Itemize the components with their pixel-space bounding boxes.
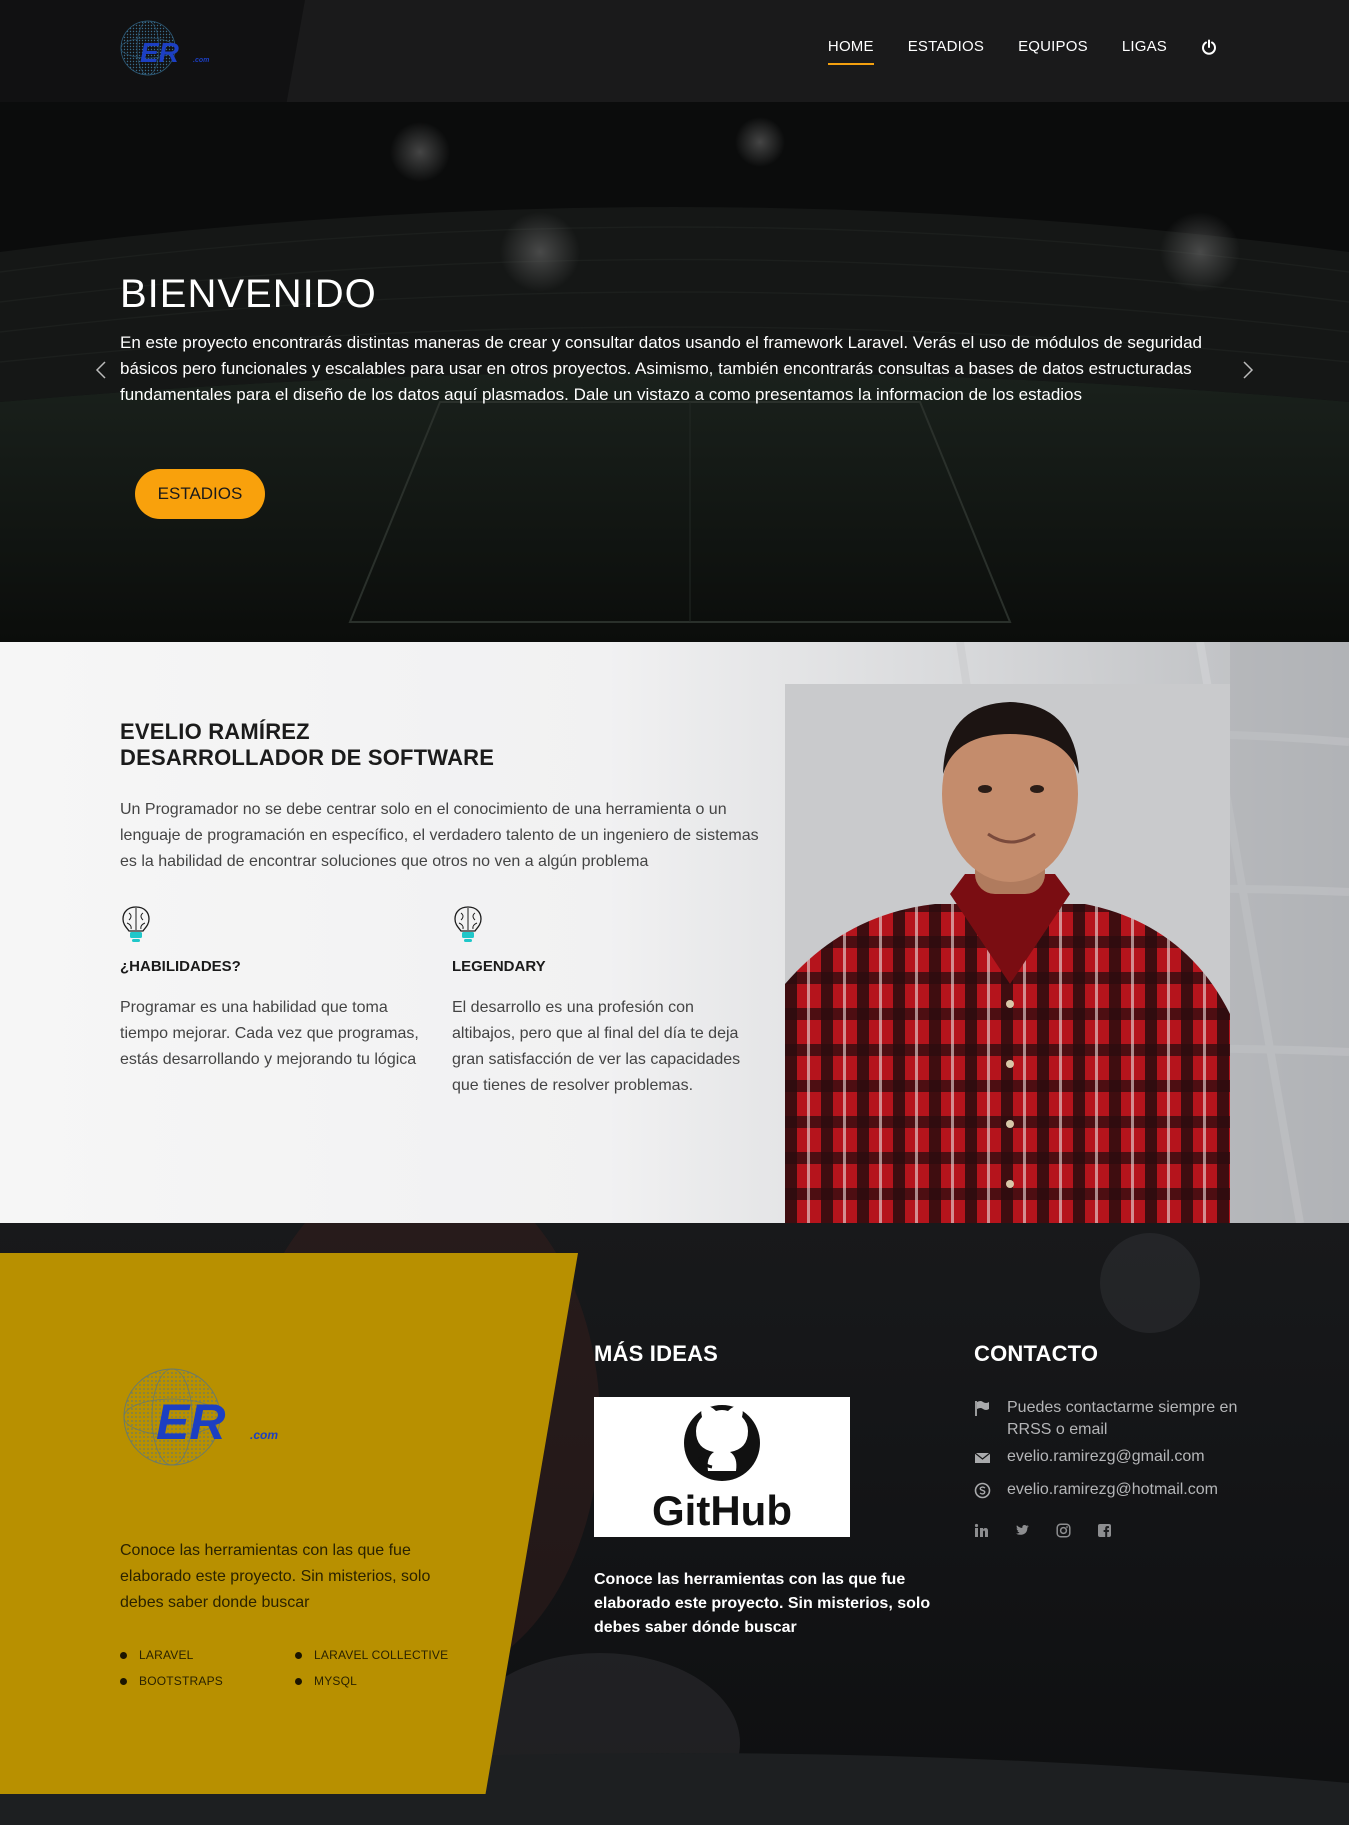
feature-title: LEGENDARY [452, 958, 546, 975]
main-nav: HOME ESTADIOS EQUIPOS LIGAS [827, 38, 1217, 65]
logo-text: ER [140, 37, 180, 68]
tool-item: LARAVEL COLLECTIVE [295, 1648, 470, 1662]
feature-text: El desarrollo es una profesión con altib… [452, 999, 741, 1094]
instagram-icon[interactable] [1056, 1523, 1071, 1538]
about-project-panel [0, 1253, 578, 1794]
hero-slider: BIENVENIDO En este proyecto encontrarás … [0, 102, 1349, 642]
footer-logo: ER .com [123, 1368, 278, 1466]
feature-title: ¿HABILIDADES? [120, 958, 241, 975]
tool-item: MYSQL [295, 1674, 470, 1688]
nav-ligas[interactable]: LIGAS [1122, 38, 1167, 65]
tool-item: LARAVEL [120, 1648, 295, 1662]
contact-email[interactable]: evelio.ramirezg@hotmail.com [1007, 1479, 1218, 1501]
author-name: EVELIO RAMÍREZ [120, 719, 310, 744]
feature-habilidades: ¿HABILIDADES? Programar es una habilidad… [120, 904, 420, 1073]
project-description: Conoce las herramientas con las que fue … [120, 1542, 431, 1611]
logo-text: ER [156, 1394, 225, 1450]
about-heading: EVELIO RAMÍREZ DESARROLLADOR DE SOFTWARE [120, 719, 494, 771]
contact-info: Puedes contactarme siempre en RRSS o ema… [974, 1397, 1244, 1441]
estadios-button[interactable]: ESTADIOS [135, 469, 265, 519]
linkedin-icon[interactable] [974, 1523, 989, 1538]
contact-gmail[interactable]: evelio.ramirezg@gmail.com [974, 1446, 1205, 1468]
mas-ideas-text: Conoce las herramientas con las que fue … [594, 1571, 931, 1636]
facebook-icon[interactable] [1097, 1523, 1112, 1538]
author-photo [785, 684, 1230, 1223]
bullet-icon [120, 1677, 127, 1685]
contact-email[interactable]: evelio.ramirezg@gmail.com [1007, 1446, 1205, 1468]
hero-title: BIENVENIDO [120, 272, 377, 316]
brain-bulb-icon [122, 906, 150, 942]
nav-home[interactable]: HOME [827, 38, 874, 65]
flag-icon [975, 1401, 989, 1416]
feature-legendary: LEGENDARY El desarrollo es una profesión… [452, 904, 752, 1099]
github-icon [684, 1405, 760, 1481]
contacto-title: CONTACTO [974, 1341, 1099, 1366]
nav-equipos[interactable]: EQUIPOS [1018, 38, 1088, 65]
skype-icon [974, 1482, 991, 1499]
site-header: ER .com HOME ESTADIOS EQUIPOS LIGAS [0, 0, 1349, 102]
chevron-right-icon[interactable] [1240, 358, 1256, 382]
github-link[interactable]: GitHub [594, 1397, 850, 1537]
site-footer: ER .com Conoce las herramientas con las … [0, 1223, 1349, 1825]
tools-list: LARAVEL LARAVEL COLLECTIVE BOOTSTRAPS MY… [120, 1648, 470, 1688]
mas-ideas-title: MÁS IDEAS [594, 1341, 719, 1366]
site-logo[interactable]: ER .com [120, 18, 216, 78]
logo-suffix: .com [250, 1428, 278, 1442]
envelope-icon [974, 1452, 991, 1463]
twitter-icon[interactable] [1015, 1523, 1030, 1538]
about-section: EVELIO RAMÍREZ DESARROLLADOR DE SOFTWARE… [0, 642, 1349, 1223]
contact-text: Puedes contactarme siempre en RRSS o ema… [1007, 1399, 1238, 1438]
bullet-icon [120, 1651, 127, 1659]
contact-hotmail[interactable]: evelio.ramirezg@hotmail.com [974, 1479, 1218, 1501]
bullet-icon [295, 1677, 302, 1685]
feature-text: Programar es una habilidad que toma tiem… [120, 999, 419, 1068]
chevron-left-icon[interactable] [93, 358, 109, 382]
hero-description: En este proyecto encontrarás distintas m… [120, 333, 1202, 404]
tool-item: BOOTSTRAPS [120, 1674, 295, 1688]
nav-estadios[interactable]: ESTADIOS [908, 38, 984, 65]
power-icon[interactable] [1201, 39, 1217, 55]
social-links [974, 1523, 1112, 1538]
bullet-icon [295, 1651, 302, 1659]
author-role: DESARROLLADOR DE SOFTWARE [120, 745, 495, 770]
logo-suffix: .com [193, 57, 209, 64]
brain-bulb-icon [454, 906, 482, 942]
github-label: GitHub [652, 1487, 792, 1534]
about-text: Un Programador no se debe centrar solo e… [120, 801, 759, 870]
